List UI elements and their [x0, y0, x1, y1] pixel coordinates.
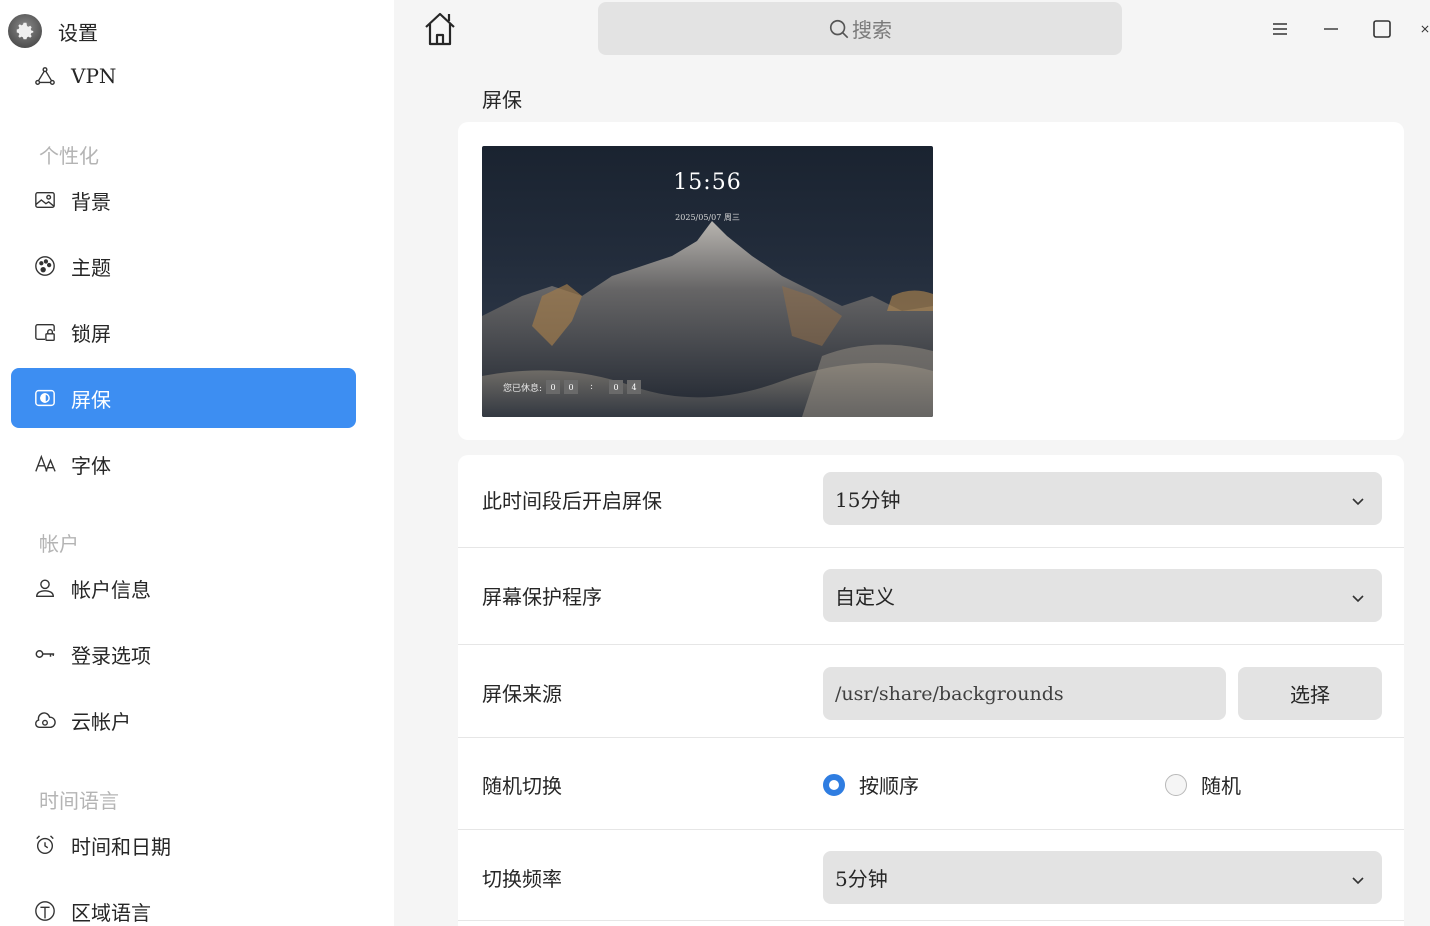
radio-random-label: 随机: [1201, 774, 1241, 798]
sidebar-item-date-time[interactable]: 时间和日期: [11, 815, 356, 875]
radio-random[interactable]: 随机: [1165, 770, 1241, 799]
image-icon: [33, 188, 57, 212]
sidebar-item-label: 时间和日期: [71, 834, 171, 859]
random-switch-row: 随机切换 按顺序 随机: [458, 738, 1404, 830]
screensaver-preview: 15:56 2025/05/07 周三 您已休息: 0 0 : 0 4: [482, 146, 933, 417]
close-button[interactable]: [1420, 16, 1430, 42]
preview-clock-date: 2025/05/07 周三: [675, 213, 740, 222]
sidebar-item-cloud-account[interactable]: 云帐户: [11, 690, 356, 750]
screensaver-program-value: 自定义: [835, 585, 895, 609]
rest-digit: 0: [546, 380, 561, 394]
sidebar-item-label: 锁屏: [71, 321, 111, 346]
source-path-field[interactable]: /usr/share/backgrounds: [823, 667, 1226, 720]
lockscreen-icon: [33, 320, 57, 344]
sidebar-item-screensaver[interactable]: 屏保: [11, 368, 356, 428]
font-icon: [33, 452, 57, 476]
idle-time-select[interactable]: 15分钟: [823, 472, 1382, 525]
radio-checked-icon: [823, 773, 845, 796]
maximize-button[interactable]: [1369, 16, 1395, 42]
chevron-down-icon: [1350, 587, 1366, 611]
globe-icon: [33, 899, 57, 923]
alarm-clock-icon: [33, 833, 57, 857]
key-icon: [33, 642, 57, 666]
preview-card: 15:56 2025/05/07 周三 您已休息: 0 0 : 0 4: [458, 122, 1404, 440]
switch-frequency-label: 切换频率: [482, 867, 562, 891]
minimize-button[interactable]: [1318, 16, 1344, 42]
idle-time-value: 15分钟: [835, 488, 901, 512]
choose-button[interactable]: 选择: [1238, 667, 1382, 720]
menu-button[interactable]: [1267, 16, 1293, 42]
screensaver-source-row: 屏保来源 /usr/share/backgrounds 选择: [458, 645, 1404, 738]
sidebar-item-label: 区域语言: [71, 900, 151, 925]
idle-time-label: 此时间段后开启屏保: [482, 489, 662, 513]
main-content: 搜索 屏保 15:56 2025/05/07 周三 您已休息: 0 0: 0 …: [394, 0, 1430, 926]
sidebar: 设置 VPN 个性化 背景 主题 锁屏 屏保 字体 帐户 帐户信息 登录选项 云…: [0, 0, 394, 926]
app-header: 设置: [8, 14, 98, 48]
sidebar-item-label: 背景: [71, 189, 111, 214]
cloud-icon: [33, 708, 57, 732]
switch-frequency-select[interactable]: 5分钟: [823, 851, 1382, 904]
rest-separator: :: [590, 382, 594, 392]
screensaver-program-row: 屏幕保护程序 自定义: [458, 548, 1404, 645]
palette-icon: [33, 254, 57, 278]
screensaver-icon: [33, 386, 57, 410]
sidebar-item-font[interactable]: 字体: [11, 434, 356, 494]
sidebar-item-label: 登录选项: [71, 643, 151, 668]
settings-gear-icon: [8, 14, 42, 48]
sidebar-item-background[interactable]: 背景: [11, 170, 356, 230]
rest-digit: 0: [564, 380, 579, 394]
user-icon: [33, 576, 57, 600]
chevron-down-icon: [1350, 490, 1366, 514]
preview-clock-time: 15:56: [673, 170, 742, 195]
search-icon: [828, 18, 850, 40]
app-title: 设置: [58, 20, 98, 45]
sidebar-item-label: 字体: [71, 453, 111, 478]
sidebar-item-login-options[interactable]: 登录选项: [11, 624, 356, 684]
radio-unchecked-icon: [1165, 773, 1187, 796]
screensaver-program-select[interactable]: 自定义: [823, 569, 1382, 622]
sidebar-item-region-language[interactable]: 区域语言: [11, 881, 356, 926]
rest-label: 您已休息:: [503, 383, 543, 394]
random-switch-label: 随机切换: [482, 774, 562, 798]
radio-sequential[interactable]: 按顺序: [823, 770, 919, 799]
vpn-icon: [33, 64, 57, 88]
idle-time-row: 此时间段后开启屏保 15分钟: [458, 455, 1404, 548]
home-button[interactable]: [422, 10, 458, 48]
sidebar-item-label: VPN: [71, 64, 117, 88]
sidebar-item-theme[interactable]: 主题: [11, 236, 356, 296]
switch-frequency-value: 5分钟: [835, 867, 888, 891]
settings-card: 此时间段后开启屏保 15分钟 屏幕保护程序 自定义 屏保来源 /usr/shar…: [458, 455, 1404, 926]
radio-sequential-label: 按顺序: [859, 774, 919, 798]
rest-digit: 4: [627, 380, 642, 394]
section-title-time-language: 时间语言: [39, 789, 119, 813]
rest-digit: 0: [609, 380, 624, 394]
sidebar-item-vpn[interactable]: VPN: [11, 46, 356, 106]
sidebar-item-label: 帐户信息: [71, 577, 151, 602]
switch-frequency-row: 切换频率 5分钟: [458, 830, 1404, 921]
screensaver-source-label: 屏保来源: [482, 682, 562, 706]
preview-rest-timer: 您已休息: 0 0 : 0 4: [503, 380, 642, 394]
chevron-down-icon: [1350, 869, 1366, 893]
sidebar-item-lockscreen[interactable]: 锁屏: [11, 302, 356, 362]
search-input[interactable]: 搜索: [598, 2, 1122, 55]
sidebar-item-account-info[interactable]: 帐户信息: [11, 558, 356, 618]
sidebar-item-label: 屏保: [71, 387, 111, 412]
section-title-account: 帐户: [39, 532, 79, 556]
page-title: 屏保: [482, 88, 522, 112]
search-placeholder: 搜索: [852, 18, 892, 42]
screensaver-program-label: 屏幕保护程序: [482, 585, 602, 609]
sidebar-item-label: 云帐户: [71, 709, 131, 734]
section-title-personalization: 个性化: [39, 144, 99, 168]
sidebar-item-label: 主题: [71, 255, 111, 280]
